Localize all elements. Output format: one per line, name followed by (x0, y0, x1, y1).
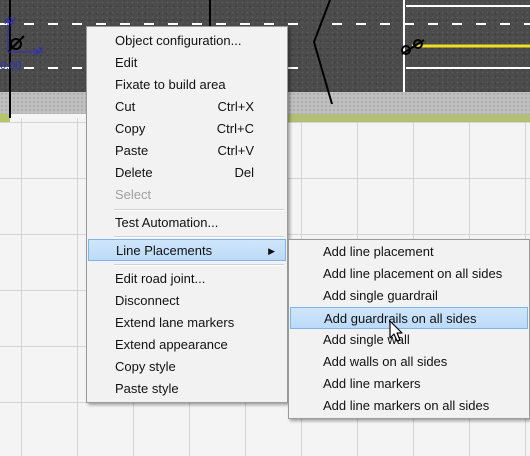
submenu-item-add-walls-all-sides[interactable]: Add walls on all sides (290, 351, 528, 373)
menu-item-copy[interactable]: Copy Ctrl+C (88, 118, 286, 140)
menu-item-copy-style[interactable]: Copy style (88, 356, 286, 378)
submenu-item-label: Add single guardrail (323, 288, 438, 303)
menu-item-edit-road-joint[interactable]: Edit road joint... (88, 268, 286, 290)
menu-item-label: Copy style (115, 359, 176, 374)
mouse-cursor-icon (389, 320, 403, 342)
submenu-item-label: Add line placement on all sides (323, 266, 503, 281)
submenu-item-label: Add line markers on all sides (323, 398, 490, 413)
menu-item-line-placements[interactable]: Line Placements ▶ (88, 239, 286, 261)
submenu-item-label: Add line markers (323, 376, 421, 391)
submenu-item-add-line-markers[interactable]: Add line markers (290, 373, 528, 395)
submenu-item-add-single-guardrail[interactable]: Add single guardrail (290, 285, 528, 307)
submenu-item-add-line-placement-all-sides[interactable]: Add line placement on all sides (290, 263, 528, 285)
submenu-item-label: Add line placement (323, 244, 434, 259)
menu-item-label: Object configuration... (115, 33, 242, 48)
menu-item-label: Edit (115, 55, 138, 70)
menu-item-label: Extend lane markers (115, 315, 235, 330)
shortcut-label: Ctrl+X (217, 99, 254, 114)
junction-edge-right (312, 0, 333, 105)
menu-item-label: Copy (115, 121, 146, 136)
menu-item-test-automation[interactable]: Test Automation... (88, 212, 286, 234)
shortcut-label: Del (234, 165, 254, 180)
submenu-item-add-single-wall[interactable]: Add single wall (290, 329, 528, 351)
menu-item-label: Select (115, 187, 152, 202)
menu-item-extend-appearance[interactable]: Extend appearance (88, 334, 286, 356)
menu-item-label: Line Placements (116, 243, 213, 258)
submenu-item-label: Add walls on all sides (323, 354, 448, 369)
menu-separator (114, 264, 284, 266)
menu-item-label: Disconnect (115, 293, 180, 308)
submenu-item-add-line-placement[interactable]: Add line placement (290, 241, 528, 263)
menu-item-cut[interactable]: Cut Ctrl+X (88, 96, 286, 118)
menu-item-label: Cut (115, 99, 136, 114)
menu-item-disconnect[interactable]: Disconnect (88, 290, 286, 312)
menu-item-object-configuration[interactable]: Object configuration... (88, 30, 286, 52)
menu-item-label: Paste style (115, 381, 179, 396)
context-menu: Object configuration... Edit Fixate to b… (86, 26, 288, 403)
menu-item-label: Edit road joint... (115, 271, 206, 286)
menu-item-paste[interactable]: Paste Ctrl+V (88, 140, 286, 162)
menu-item-edit[interactable]: Edit (88, 52, 286, 74)
menu-item-label: Test Automation... (115, 215, 219, 230)
shortcut-label: Ctrl+V (217, 143, 254, 158)
axis-x-label: x (38, 44, 44, 56)
axis-coordinate-label: 0.00 (0, 60, 22, 72)
shortcut-label: Ctrl+C (216, 121, 254, 136)
menu-separator (114, 236, 284, 238)
menu-item-select: Select (88, 184, 286, 206)
menu-item-paste-style[interactable]: Paste style (88, 378, 286, 400)
menu-item-delete[interactable]: Delete Del (88, 162, 286, 184)
submenu-item-add-line-markers-all-sides[interactable]: Add line markers on all sides (290, 395, 528, 417)
menu-item-label: Delete (115, 165, 153, 180)
axis-y-label: y (10, 14, 16, 26)
menu-item-label: Paste (115, 143, 149, 158)
submenu-arrow-icon: ▶ (268, 246, 275, 256)
menu-separator (114, 209, 284, 211)
menu-item-extend-lane-markers[interactable]: Extend lane markers (88, 312, 286, 334)
menu-item-fixate-to-build-area[interactable]: Fixate to build area (88, 74, 286, 96)
connection-handle-right-icon (401, 39, 425, 55)
menu-item-label: Fixate to build area (115, 77, 226, 92)
menu-item-label: Extend appearance (115, 337, 228, 352)
submenu-item-add-guardrails-all-sides[interactable]: Add guardrails on all sides (290, 307, 528, 329)
line-placements-submenu: Add line placement Add line placement on… (288, 239, 530, 419)
